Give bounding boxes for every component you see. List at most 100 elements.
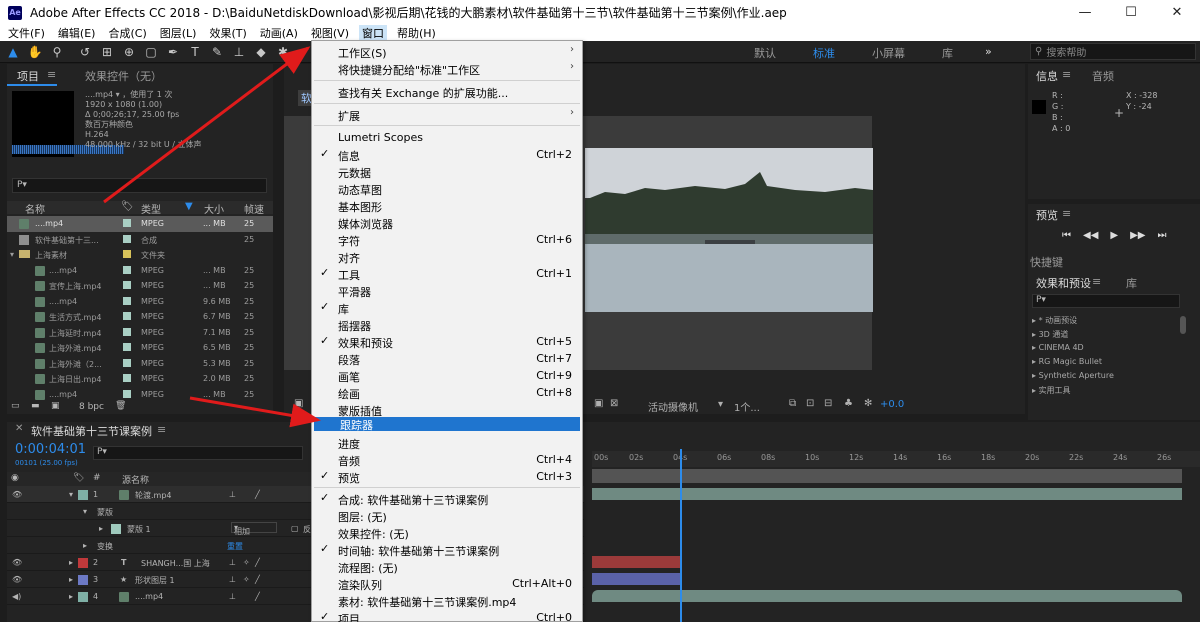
project-row[interactable]: ....mp4 MPEG ... MB 25 xyxy=(7,387,273,403)
tab-audio[interactable]: 音频 xyxy=(1092,68,1114,84)
menu-item-media-browser[interactable]: 媒体浏览器 xyxy=(312,214,582,231)
expand-arrow-icon[interactable]: ▸ xyxy=(69,592,73,601)
fast-preview-icon[interactable]: ⊡ xyxy=(806,398,814,409)
expand-arrow-icon[interactable]: ▾ xyxy=(83,507,87,516)
layer-name[interactable]: SHANGH...国 上海 xyxy=(141,558,210,569)
quality-switch-icon[interactable]: ╱ xyxy=(255,575,260,584)
rectangle-tool-icon[interactable]: ▢ xyxy=(142,43,160,61)
layer-label-color[interactable] xyxy=(78,592,88,602)
column-fps[interactable]: 帧速 xyxy=(244,201,264,216)
interpret-footage-icon[interactable]: ▭ xyxy=(11,401,20,411)
previous-frame-icon[interactable]: ◀◀ xyxy=(1083,230,1098,241)
new-composition-icon[interactable]: ▣ xyxy=(51,401,60,411)
menu-edit[interactable]: 编辑(E) xyxy=(58,25,96,41)
tab-menu-icon[interactable]: ≡ xyxy=(1062,68,1071,81)
timeline-toggle-icon[interactable]: ⊟ xyxy=(824,398,832,409)
audio-speaker-icon[interactable]: ◀) xyxy=(12,592,21,601)
menu-item-exchange[interactable]: 查找有关 Exchange 的扩展功能... xyxy=(312,83,582,100)
column-type[interactable]: 类型 xyxy=(141,201,161,216)
mask-mode-select[interactable]: 相加 ▾ xyxy=(231,522,277,536)
menu-item-character[interactable]: 字符 Ctrl+6 xyxy=(312,231,582,248)
effects-category[interactable]: ▸ RG Magic Bullet xyxy=(1032,357,1102,366)
project-row[interactable]: 上海延时.mp4 MPEG 7.1 MB 25 xyxy=(7,325,273,341)
tab-menu-icon[interactable]: ≡ xyxy=(47,68,56,81)
menu-item-effects-presets[interactable]: ✓ 效果和预设 Ctrl+5 xyxy=(312,333,582,350)
menu-item-workspace[interactable]: 工作区(S) › xyxy=(312,43,582,60)
transparency-grid-icon[interactable]: ⊠ xyxy=(610,398,618,409)
reset-link[interactable]: 重置 xyxy=(227,541,243,552)
menu-item-mask-interpolation[interactable]: 蒙版插值 xyxy=(312,401,582,418)
bpc-label[interactable]: 8 bpc xyxy=(79,402,104,412)
rotate-tool-icon[interactable]: ↺ xyxy=(76,43,94,61)
pan-behind-tool-icon[interactable]: ⊕ xyxy=(120,43,138,61)
menu-layer[interactable]: 图层(L) xyxy=(160,25,197,41)
camera-select[interactable]: 活动摄像机 xyxy=(648,399,698,414)
menu-item-paragraph[interactable]: 段落 Ctrl+7 xyxy=(312,350,582,367)
timeline-search-input[interactable]: P▾ xyxy=(93,446,303,460)
menu-item-motion-sketch[interactable]: 动态草图 xyxy=(312,180,582,197)
project-row[interactable]: 软件基础第十三... 合成 25 xyxy=(7,232,273,248)
workspace-small-screen[interactable]: 小屏幕 xyxy=(872,45,905,61)
layer-track-bar[interactable] xyxy=(592,573,682,585)
column-name[interactable]: 名称 xyxy=(25,201,45,216)
menu-item-paint[interactable]: 绘画 Ctrl+8 xyxy=(312,384,582,401)
menu-animation[interactable]: 动画(A) xyxy=(260,25,298,41)
menu-item-info[interactable]: ✓ 信息 Ctrl+2 xyxy=(312,146,582,163)
menu-item-lumetri-scopes[interactable]: Lumetri Scopes xyxy=(312,129,582,146)
tab-info[interactable]: 信息 xyxy=(1036,68,1058,84)
shy-switch-icon[interactable]: ⊥ xyxy=(229,592,236,601)
menu-item-layer-window[interactable]: 图层: (无) xyxy=(312,507,582,524)
tab-effect-controls[interactable]: 效果控件（无） xyxy=(85,68,162,84)
effects-search-input[interactable]: P▾ xyxy=(1032,294,1180,308)
shy-switch-icon[interactable]: ⊥ xyxy=(229,575,236,584)
brush-tool-icon[interactable]: ✎ xyxy=(208,43,226,61)
mask-invert-checkbox[interactable]: ▢ xyxy=(291,524,299,533)
project-row[interactable]: ▾ 上海素材 文件夹 xyxy=(7,247,273,263)
tab-menu-icon[interactable]: ≡ xyxy=(1092,275,1101,288)
menu-item-tracker[interactable]: 跟踪器 xyxy=(314,417,580,432)
workspace-overflow-button[interactable]: » xyxy=(985,45,992,58)
project-row[interactable]: ....mp4 MPEG ... MB 25 xyxy=(7,263,273,279)
exposure-value[interactable]: +0.0 xyxy=(880,399,904,410)
menu-item-footage-window[interactable]: 素材: 软件基础第十三节课案例.mp4 xyxy=(312,592,582,609)
menu-item-libraries[interactable]: ✓ 库 xyxy=(312,299,582,316)
project-row[interactable]: 上海日出.mp4 MPEG 2.0 MB 25 xyxy=(7,371,273,387)
menu-item-wiggler[interactable]: 摇摆器 xyxy=(312,316,582,333)
expand-arrow-icon[interactable]: ▸ xyxy=(69,575,73,584)
shy-switch-icon[interactable]: ⊥ xyxy=(229,490,236,499)
menu-item-timeline-window[interactable]: ✓ 时间轴: 软件基础第十三节课案例 xyxy=(312,541,582,558)
quality-switch-icon[interactable]: ╱ xyxy=(255,558,260,567)
menu-item-flowchart-window[interactable]: 流程图: (无) xyxy=(312,558,582,575)
type-tool-icon[interactable]: T xyxy=(186,43,204,61)
menu-item-assign-shortcut[interactable]: 将快捷键分配给"标准"工作区 › xyxy=(312,60,582,77)
pixel-aspect-icon[interactable]: ⧉ xyxy=(789,398,796,409)
puppet-tool-icon[interactable]: ✱ xyxy=(274,43,292,61)
selection-tool-icon[interactable]: ▲ xyxy=(4,43,22,61)
effects-category[interactable]: ▸ 3D 通道 xyxy=(1032,329,1068,340)
effects-category[interactable]: ▸ Synthetic Aperture xyxy=(1032,371,1114,380)
menu-item-composition-window[interactable]: ✓ 合成: 软件基础第十三节课案例 xyxy=(312,490,582,507)
first-frame-icon[interactable]: ⏮ xyxy=(1062,230,1071,241)
eraser-tool-icon[interactable]: ◆ xyxy=(252,43,270,61)
collapse-switch-icon[interactable]: ✧ xyxy=(243,558,250,567)
minimize-button[interactable]: — xyxy=(1062,0,1108,25)
menu-item-align[interactable]: 对齐 xyxy=(312,248,582,265)
last-frame-icon[interactable]: ⏭ xyxy=(1157,230,1166,241)
layer-label-color[interactable] xyxy=(78,490,88,500)
menu-composition[interactable]: 合成(C) xyxy=(108,25,146,41)
clone-stamp-tool-icon[interactable]: ⊥ xyxy=(230,43,248,61)
layer-name[interactable]: 形状图层 1 xyxy=(135,575,175,586)
expand-arrow-icon[interactable]: ▾ xyxy=(69,490,73,499)
close-button[interactable]: ✕ xyxy=(1154,0,1200,25)
tab-menu-icon[interactable]: ≡ xyxy=(1062,207,1071,220)
menu-file[interactable]: 文件(F) xyxy=(8,25,45,41)
mask-color[interactable] xyxy=(111,524,121,534)
expand-arrow-icon[interactable]: ▸ xyxy=(69,558,73,567)
collapse-switch-icon[interactable]: ✧ xyxy=(243,575,250,584)
close-tab-icon[interactable]: ✕ xyxy=(15,423,23,434)
new-folder-icon[interactable]: ▬ xyxy=(31,401,40,411)
project-row[interactable]: 宣传上海.mp4 MPEG ... MB 25 xyxy=(7,278,273,294)
project-row[interactable]: ....mp4 MPEG 9.6 MB 25 xyxy=(7,294,273,310)
menu-item-audio[interactable]: 音频 Ctrl+4 xyxy=(312,451,582,468)
menu-item-render-queue[interactable]: 渲染队列 Ctrl+Alt+0 xyxy=(312,575,582,592)
